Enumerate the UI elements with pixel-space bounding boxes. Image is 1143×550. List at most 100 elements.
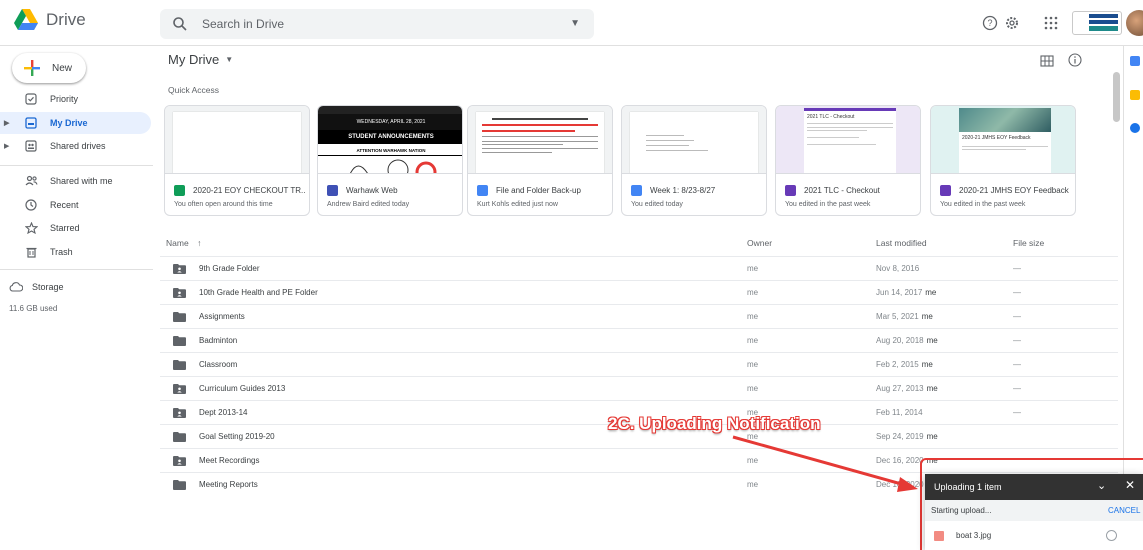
- expand-arrow-icon[interactable]: ▶: [4, 119, 9, 127]
- scrollbar[interactable]: [1113, 72, 1120, 122]
- tasks-icon[interactable]: [1130, 123, 1140, 133]
- file-thumbnail: [622, 106, 766, 174]
- shared-folder-icon: [173, 384, 186, 394]
- expand-arrow-icon[interactable]: ▶: [4, 142, 9, 150]
- file-name: Meet Recordings: [199, 456, 260, 465]
- storage-used-text: 11.6 GB used: [9, 304, 58, 313]
- folder-icon: [173, 336, 186, 346]
- file-last-modified: Aug 20, 2018 me: [876, 336, 938, 345]
- modified-date: Aug 20, 2018: [876, 336, 924, 345]
- cancel-upload-button[interactable]: CANCEL: [1108, 506, 1140, 515]
- my-drive-title-menu[interactable]: My Drive ▼: [168, 52, 233, 67]
- search-bar[interactable]: ▼: [160, 9, 594, 39]
- file-last-modified: Feb 2, 2015 me: [876, 360, 933, 369]
- search-input[interactable]: [202, 17, 522, 31]
- file-last-modified: Nov 8, 2016: [876, 264, 922, 273]
- plus-icon: [24, 60, 40, 76]
- upload-file-name: boat 3.jpg: [956, 531, 992, 540]
- keep-icon[interactable]: [1130, 90, 1140, 100]
- folder-icon: [173, 480, 186, 490]
- search-options-icon[interactable]: ▼: [570, 18, 580, 29]
- collapse-chevron-icon[interactable]: ⌄: [1097, 479, 1106, 492]
- priority-check-icon: [24, 92, 38, 106]
- info-icon[interactable]: [1068, 53, 1082, 67]
- table-row[interactable]: Assignments me Mar 5, 2021 me —: [160, 304, 1118, 328]
- modified-date: Mar 5, 2021: [876, 312, 919, 321]
- sidebar-item-shared-drives[interactable]: ▶ Shared drives: [0, 135, 151, 157]
- upload-file-item: boat 3.jpg: [925, 521, 1143, 550]
- column-header-last-modified[interactable]: Last modified: [876, 238, 927, 248]
- shared-folder-icon: [173, 288, 186, 298]
- quick-access-card[interactable]: WEDNESDAY, APRIL 28, 2021 STUDENT ANNOUN…: [317, 105, 463, 216]
- file-thumbnail: [468, 106, 612, 174]
- file-owner: me: [747, 480, 759, 489]
- quick-access-card[interactable]: Week 1: 8/23-8/27 You edited today: [621, 105, 767, 216]
- modified-by: me: [926, 336, 938, 345]
- table-row[interactable]: Classroom me Feb 2, 2015 me —: [160, 352, 1118, 376]
- file-last-modified: Mar 5, 2021 me: [876, 312, 933, 321]
- quick-access-card[interactable]: 2020-21 JMHS EOY Feedback 2020-21 JMHS E…: [930, 105, 1076, 216]
- close-icon[interactable]: ✕: [1125, 478, 1135, 492]
- upload-status-bar: Starting upload... CANCEL: [925, 500, 1143, 521]
- sites-icon: [327, 185, 338, 196]
- calendar-icon[interactable]: [1130, 56, 1140, 66]
- modified-date: Jun 14, 2017: [876, 288, 923, 297]
- file-size: —: [1013, 336, 1021, 345]
- table-row[interactable]: 9th Grade Folder me Nov 8, 2016 —: [160, 256, 1118, 280]
- forms-icon: [785, 185, 796, 196]
- star-icon: [24, 221, 38, 235]
- upload-header: Uploading 1 item ⌄ ✕: [925, 474, 1143, 500]
- settings-gear-icon[interactable]: [1002, 13, 1022, 33]
- app-name: Drive: [46, 10, 86, 29]
- shared-folder-icon: [173, 264, 186, 274]
- apps-grid-icon[interactable]: [1041, 13, 1061, 33]
- sidebar-item-recent[interactable]: Recent: [0, 194, 151, 216]
- docs-icon: [477, 185, 488, 196]
- upload-progress-circle: [1106, 530, 1117, 541]
- sidebar-item-starred[interactable]: Starred: [0, 217, 151, 239]
- table-row[interactable]: 10th Grade Health and PE Folder me Jun 14,…: [160, 280, 1118, 304]
- file-name: 9th Grade Folder: [199, 264, 260, 273]
- folder-icon: [173, 432, 186, 442]
- account-avatar[interactable]: [1126, 10, 1143, 36]
- file-size: —: [1013, 312, 1021, 321]
- new-button[interactable]: New: [12, 53, 86, 83]
- organization-logo[interactable]: [1072, 11, 1122, 35]
- column-header-owner[interactable]: Owner: [747, 238, 772, 248]
- file-thumbnail: WEDNESDAY, APRIL 28, 2021 STUDENT ANNOUN…: [318, 106, 462, 174]
- sort-up-arrow-icon[interactable]: ↑: [197, 238, 201, 248]
- file-name: Dept 2013-14: [199, 408, 248, 417]
- file-name: Assignments: [199, 312, 245, 321]
- top-bar: Drive ▼ ?: [0, 0, 1143, 46]
- upload-title: Uploading 1 item: [934, 482, 1002, 492]
- quick-access-card[interactable]: File and Folder Back-up Kurt Kohls edite…: [467, 105, 613, 216]
- help-icon[interactable]: ?: [980, 13, 1000, 33]
- sidebar-item-my-drive[interactable]: ▶ My Drive: [0, 112, 151, 134]
- upload-status: Starting upload...: [931, 506, 992, 515]
- table-row[interactable]: Badminton me Aug 20, 2018 me —: [160, 328, 1118, 352]
- file-size: —: [1013, 264, 1021, 273]
- table-row[interactable]: Curriculum Guides 2013 me Aug 27, 2013 me —: [160, 376, 1118, 400]
- drive-logo[interactable]: Drive: [14, 9, 86, 31]
- docs-icon: [631, 185, 642, 196]
- column-header-file-size[interactable]: File size: [1013, 238, 1044, 248]
- sidebar-item-shared-with-me[interactable]: Shared with me: [0, 170, 151, 192]
- modified-by: me: [926, 384, 938, 393]
- sidebar-item-trash[interactable]: Trash: [0, 241, 151, 263]
- modified-by: me: [921, 312, 933, 321]
- quick-access-card[interactable]: 2020-21 EOY CHECKOUT TR... You often ope…: [164, 105, 310, 216]
- column-header-name[interactable]: Name ↑: [166, 238, 201, 248]
- sidebar-divider: [0, 165, 153, 166]
- file-name: Meeting Reports: [199, 480, 258, 489]
- file-size: —: [1013, 408, 1021, 417]
- file-name: Curriculum Guides 2013: [199, 384, 286, 393]
- upload-notification: Uploading 1 item ⌄ ✕ Starting upload... …: [925, 474, 1143, 550]
- sidebar-divider: [0, 269, 153, 270]
- sidebar-item-priority[interactable]: Priority: [0, 88, 151, 110]
- search-icon[interactable]: [172, 16, 188, 32]
- grid-view-icon[interactable]: [1040, 54, 1054, 68]
- modified-by: me: [926, 432, 938, 441]
- sidebar-item-storage[interactable]: Storage: [0, 276, 151, 298]
- people-icon: [24, 174, 38, 188]
- quick-access-card[interactable]: 2021 TLC - Checkout 2021 TLC - Checkout …: [775, 105, 921, 216]
